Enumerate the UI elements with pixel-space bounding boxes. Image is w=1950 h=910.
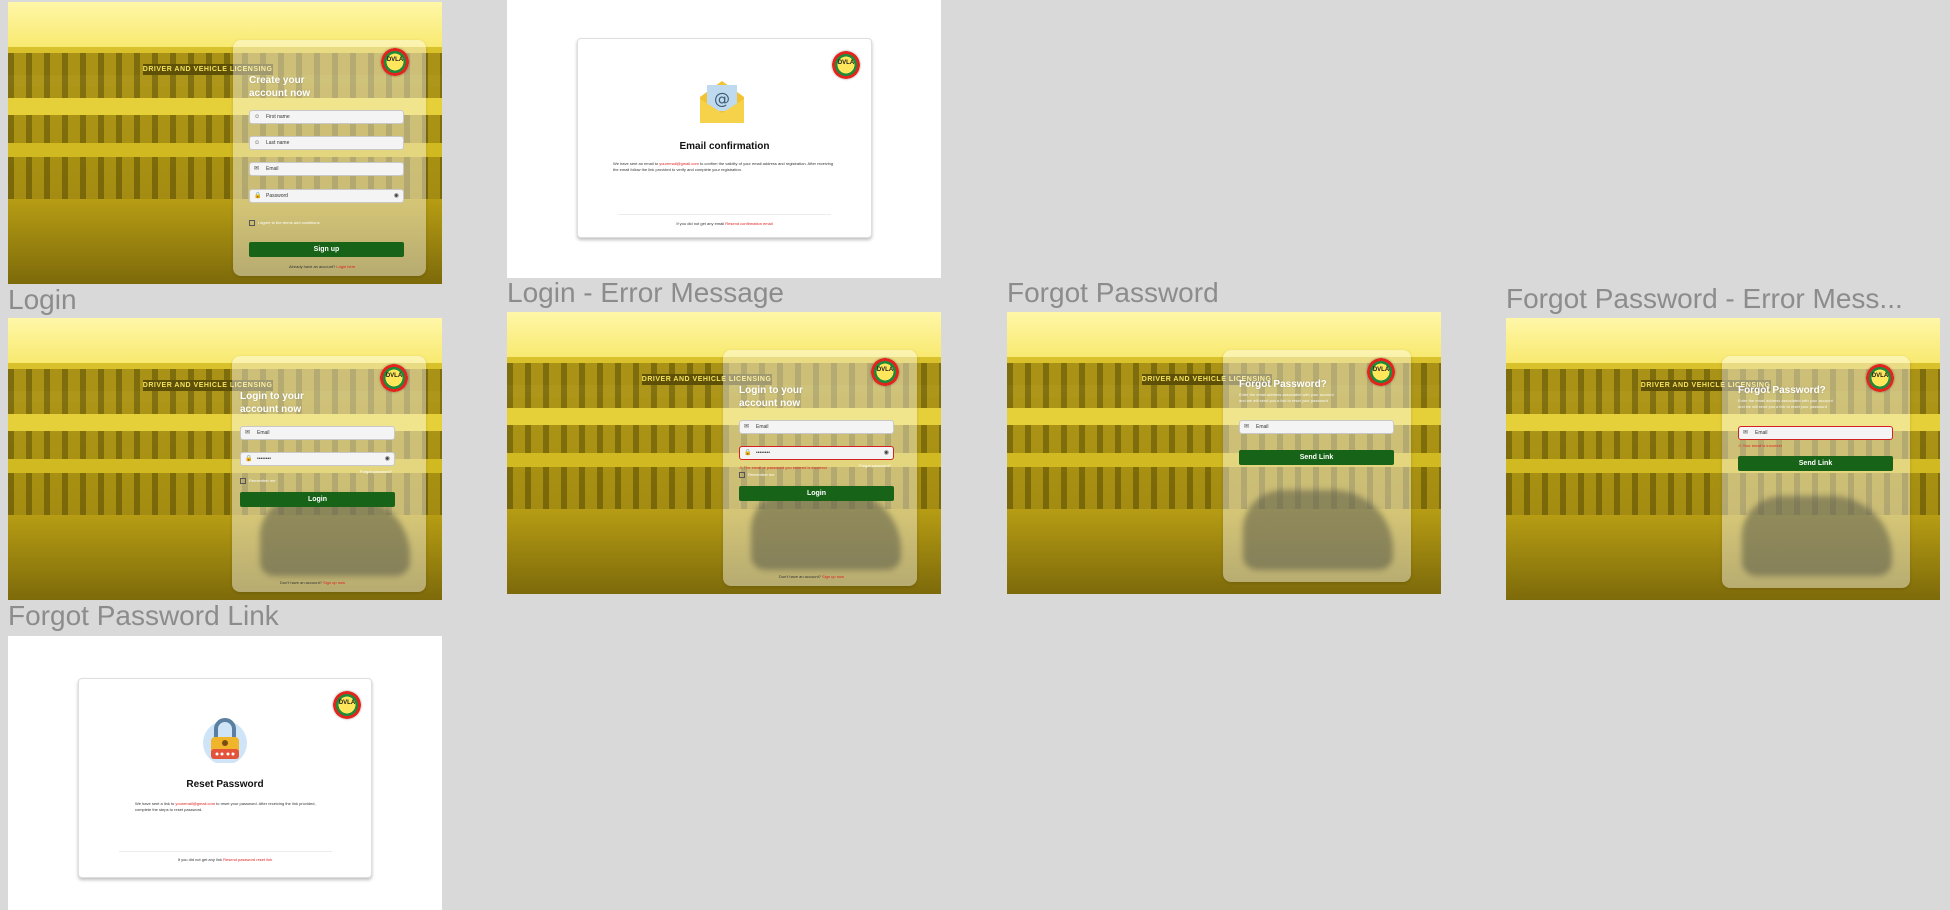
lock-icon: 🔒 <box>254 193 262 199</box>
signup-card: DVLA Create your account now ☺ First name… <box>233 40 426 276</box>
email-confirm-footer: If you did not get any email Resend conf… <box>676 221 773 226</box>
login-footer: Don't have an account? Sign up now <box>779 574 845 579</box>
eye-icon[interactable]: ◉ <box>385 456 390 462</box>
password-input[interactable]: 🔒 Password ◉ <box>249 189 404 203</box>
user-icon: ☺ <box>254 140 261 146</box>
password-input[interactable]: 🔒 •••••••• ◉ <box>240 452 395 466</box>
password-input[interactable]: 🔒 •••••••• ◉ <box>739 446 894 460</box>
login-footer: Don't have an account? Sign up now <box>280 580 346 585</box>
login-error-card: DVLA Login to your account now ✉ Email 🔒 •… <box>723 350 917 586</box>
svg-text:@: @ <box>714 89 730 108</box>
car-blur <box>751 490 901 570</box>
send-link-button[interactable]: Send Link <box>1738 456 1893 471</box>
mail-icon: ✉ <box>1743 430 1749 436</box>
forgot-heading: Forgot Password? <box>1738 385 1826 396</box>
signup-footer: Already have an account? Login here <box>289 264 356 269</box>
email-confirm-text: We have sent an email to youremail@gmail… <box>613 161 834 172</box>
eye-off-icon[interactable]: ◉ <box>394 193 399 199</box>
car-blur <box>1243 490 1393 570</box>
frame-email-confirmation: DVLA @ Email confirmation We have sent a… <box>507 0 941 278</box>
email-input[interactable]: ✉ Email <box>1239 420 1394 434</box>
eye-icon[interactable]: ◉ <box>884 450 889 456</box>
error-icon: ⚠ <box>1738 443 1742 448</box>
lock-icon: 🔒 <box>245 456 253 462</box>
mail-icon: ✉ <box>245 430 251 436</box>
email-confirm-card: DVLA @ Email confirmation We have sent a… <box>577 38 872 238</box>
frame-forgot-password-error: DRIVER AND VEHICLE LICENSING DVLA Forgot… <box>1506 318 1940 600</box>
frame-forgot-password-link: DVLA Reset Password We have sent a link … <box>8 636 442 910</box>
login-card: DVLA Login to your account now ✉ Email 🔒 •… <box>232 356 426 592</box>
forgot-subtext: Enter the email address associated with … <box>1738 398 1833 409</box>
login-error-message: ⚠ The email or password you entered is i… <box>739 465 827 470</box>
login-link[interactable]: Login here <box>336 264 355 269</box>
remember-me-checkbox[interactable]: Remember me <box>739 472 774 478</box>
first-name-input[interactable]: ☺ First name <box>249 110 404 124</box>
dvla-logo: DVLA <box>871 358 899 386</box>
user-icon: ☺ <box>254 114 261 120</box>
forgot-subtext: Enter the email address associated with … <box>1239 392 1334 403</box>
send-link-button[interactable]: Send Link <box>1239 450 1394 465</box>
frame-title-forgot-error: Forgot Password - Error Mess... <box>1506 283 1903 314</box>
last-name-input[interactable]: ☺ Last name <box>249 136 404 150</box>
login-button[interactable]: Login <box>240 492 395 507</box>
forgot-error-card: DVLA Forgot Password? Enter the email ad… <box>1722 356 1910 588</box>
car-blur <box>260 496 410 576</box>
resend-confirmation-link[interactable]: Resend confirmation email <box>725 221 772 226</box>
dvla-logo: DVLA <box>380 364 408 392</box>
lock-icon: 🔒 <box>744 450 752 456</box>
forgot-card: DVLA Forgot Password? Enter the email ad… <box>1223 350 1411 582</box>
mail-icon: ✉ <box>254 166 260 172</box>
dvla-logo: DVLA <box>832 51 860 79</box>
dvla-logo: DVLA <box>333 691 361 719</box>
divider <box>618 214 831 215</box>
error-icon: ⚠ <box>739 465 743 470</box>
login-heading: Login to your account now <box>240 391 304 415</box>
dvla-logo: DVLA <box>1866 364 1894 392</box>
login-heading: Login to your account now <box>739 385 803 409</box>
car-blur <box>1742 496 1892 576</box>
remember-me-checkbox[interactable]: Remember me <box>240 478 275 484</box>
envelope-icon: @ <box>698 77 746 125</box>
frame-login: DRIVER AND VEHICLE LICENSING DVLA Login … <box>8 318 442 600</box>
mail-icon: ✉ <box>1244 424 1250 430</box>
frame-title-forgot-link: Forgot Password Link <box>8 600 279 631</box>
mail-icon: ✉ <box>744 424 750 430</box>
dvla-logo: DVLA <box>381 48 409 76</box>
signup-heading: Create your account now <box>249 75 311 99</box>
signup-button[interactable]: Sign up <box>249 242 404 257</box>
padlock-icon <box>201 715 249 765</box>
signup-link[interactable]: Sign up now <box>822 574 844 579</box>
email-confirm-heading: Email confirmation <box>679 141 770 152</box>
email-input[interactable]: ✉ Email <box>249 162 404 176</box>
frame-signup: DRIVER AND VEHICLE LICENSING DVLA Create… <box>8 2 442 284</box>
divider <box>119 851 332 852</box>
resend-reset-link[interactable]: Resend password reset link <box>223 857 272 862</box>
reset-password-footer: If you did not get any link Resend passw… <box>177 857 273 862</box>
forgot-password-link[interactable]: Forgot password? <box>859 463 891 468</box>
forgot-password-link[interactable]: Forgot password? <box>360 469 392 474</box>
frame-title-forgot: Forgot Password <box>1007 277 1219 308</box>
frame-forgot-password: DRIVER AND VEHICLE LICENSING DVLA Forgot… <box>1007 312 1441 594</box>
frame-login-error: DRIVER AND VEHICLE LICENSING DVLA Login … <box>507 312 941 594</box>
reset-password-heading: Reset Password <box>186 779 264 790</box>
email-input[interactable]: ✉ Email <box>1738 426 1893 440</box>
email-input[interactable]: ✉ Email <box>739 420 894 434</box>
terms-checkbox[interactable]: I agree to the terms and conditions <box>249 220 320 226</box>
frame-title-login-error: Login - Error Message <box>507 277 785 308</box>
frame-title-login: Login <box>8 284 77 315</box>
reset-password-text: We have sent a link to youremail@gmail.c… <box>135 801 316 812</box>
email-input[interactable]: ✉ Email <box>240 426 395 440</box>
reset-password-card: DVLA Reset Password We have sent a link … <box>78 678 372 878</box>
forgot-error-message: ⚠ Your email is incorrect <box>1738 443 1782 448</box>
login-button[interactable]: Login <box>739 486 894 501</box>
forgot-heading: Forgot Password? <box>1239 379 1327 390</box>
signup-link[interactable]: Sign up now <box>323 580 345 585</box>
dvla-logo: DVLA <box>1367 358 1395 386</box>
